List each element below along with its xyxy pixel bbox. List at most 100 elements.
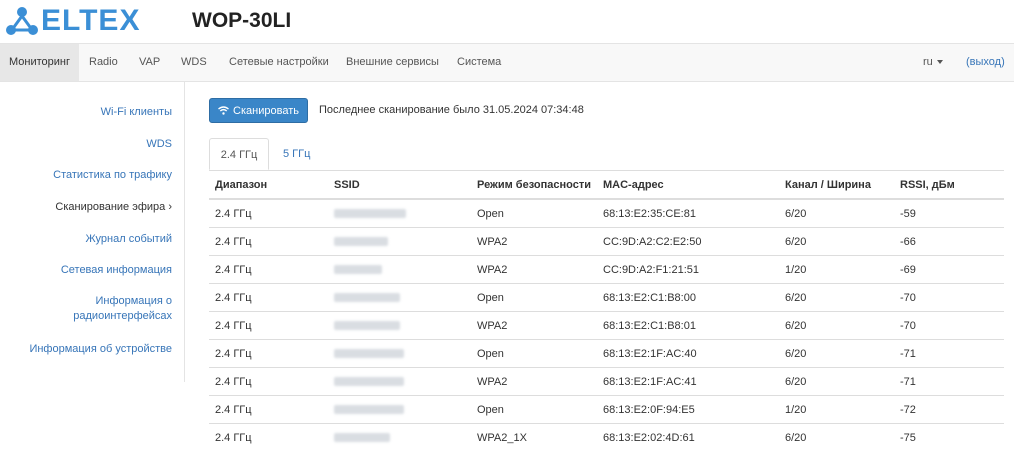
cell-ssid [328, 312, 471, 340]
redacted-ssid [334, 433, 390, 442]
redacted-ssid [334, 237, 388, 246]
cell-rssi: -70 [894, 312, 1004, 340]
tab-2-4-ghz[interactable]: 2.4 ГГц [209, 138, 269, 170]
redacted-ssid [334, 405, 404, 414]
cell-mac: 68:13:E2:35:CE:81 [597, 199, 779, 228]
cell-rssi: -59 [894, 199, 1004, 228]
table-row: 2.4 ГГц Open68:13:E2:C1:B8:006/20-70 [209, 284, 1004, 312]
sidebar-item-label-line2: радиоинтерфейсах [73, 309, 172, 324]
cell-mac: 68:13:E2:1F:AC:40 [597, 340, 779, 368]
cell-band: 2.4 ГГц [209, 199, 328, 228]
sidebar-item-wds[interactable]: WDS [146, 137, 172, 152]
nav-wds[interactable]: WDS [172, 44, 216, 81]
table-header-row: Диапазон SSID Режим безопасности MAC-адр… [209, 171, 1004, 199]
nav-radio[interactable]: Radio [80, 44, 127, 81]
cell-band: 2.4 ГГц [209, 284, 328, 312]
cell-band: 2.4 ГГц [209, 396, 328, 424]
redacted-ssid [334, 321, 400, 330]
eltex-logo[interactable]: ELTEX [5, 5, 140, 37]
cell-channel: 6/20 [779, 340, 894, 368]
cell-rssi: -66 [894, 228, 1004, 256]
logout-link[interactable]: (выход) [966, 44, 1005, 81]
cell-band: 2.4 ГГц [209, 256, 328, 284]
cell-rssi: -70 [894, 284, 1004, 312]
table-row: 2.4 ГГцOpen68:13:E2:0F:94:E51/20-72 [209, 396, 1004, 424]
cell-channel: 1/20 [779, 256, 894, 284]
nav-vap[interactable]: VAP [130, 44, 169, 81]
main-nav: Мониторинг Radio VAP WDS Сетевые настрой… [0, 43, 1014, 82]
chevron-down-icon [937, 60, 943, 64]
sidebar-item-device-info[interactable]: Информация об устройстве [29, 342, 172, 357]
cell-mac: 68:13:E2:C1:B8:01 [597, 312, 779, 340]
nav-network-settings[interactable]: Сетевые настройки [220, 44, 338, 81]
cell-rssi: -72 [894, 396, 1004, 424]
nav-system[interactable]: Система [448, 44, 510, 81]
cell-ssid [328, 284, 471, 312]
sidebar-item-event-log[interactable]: Журнал событий [86, 232, 172, 247]
cell-rssi: -69 [894, 256, 1004, 284]
column-header-mac: MAC-адрес [597, 171, 779, 199]
column-header-security: Режим безопасности [471, 171, 597, 199]
last-scan-status: Последнее сканирование было 31.05.2024 0… [319, 104, 584, 116]
cell-channel: 6/20 [779, 284, 894, 312]
header: ELTEX WOP-30LI [0, 0, 1014, 43]
cell-ssid [328, 340, 471, 368]
cell-ssid [328, 396, 471, 424]
nav-monitoring[interactable]: Мониторинг [0, 44, 79, 81]
nav-external-services[interactable]: Внешние сервисы [337, 44, 448, 81]
sidebar-item-air-scan[interactable]: Сканирование эфира › [55, 200, 172, 215]
cell-security: Open [471, 284, 597, 312]
table-row: 2.4 ГГцWPA268:13:E2:1F:AC:416/20-71 [209, 368, 1004, 396]
cell-mac: 68:13:E2:C1:B8:00 [597, 284, 779, 312]
cell-band: 2.4 ГГц [209, 340, 328, 368]
redacted-ssid [334, 209, 406, 218]
language-label: ru [923, 56, 933, 68]
chevron-right-icon: › [168, 201, 172, 213]
cell-ssid [328, 228, 471, 256]
cell-channel: 6/20 [779, 312, 894, 340]
sidebar: Wi-Fi клиенты WDS Статистика по трафику … [0, 82, 185, 382]
cell-security: Open [471, 396, 597, 424]
language-selector[interactable]: ru [923, 44, 943, 81]
sidebar-item-label-line1: Информация о [73, 294, 172, 309]
band-tabs: 2.4 ГГц 5 ГГц [209, 138, 1004, 171]
cell-security: Open [471, 340, 597, 368]
cell-mac: 68:13:E2:1F:AC:41 [597, 368, 779, 396]
scan-results-table: Диапазон SSID Режим безопасности MAC-адр… [209, 171, 1004, 451]
sidebar-item-radio-info[interactable]: Информация о радиоинтерфейсах [73, 294, 172, 324]
eltex-logo-mark-icon [5, 6, 39, 36]
cell-channel: 1/20 [779, 396, 894, 424]
cell-mac: CC:9D:A2:C2:E2:50 [597, 228, 779, 256]
cell-channel: 6/20 [779, 228, 894, 256]
cell-ssid [328, 199, 471, 228]
sidebar-item-wifi-clients[interactable]: Wi-Fi клиенты [101, 105, 172, 120]
cell-channel: 6/20 [779, 199, 894, 228]
cell-band: 2.4 ГГц [209, 312, 328, 340]
cell-mac: CC:9D:A2:F1:21:51 [597, 256, 779, 284]
cell-ssid [328, 256, 471, 284]
table-row: 2.4 ГГц WPA2CC:9D:A2:F1:21:511/20-69 [209, 256, 1004, 284]
scan-button[interactable]: Сканировать [209, 98, 308, 123]
cell-security: WPA2 [471, 368, 597, 396]
device-model: WOP-30LI [192, 9, 291, 33]
cell-security: WPA2 [471, 256, 597, 284]
scan-button-label: Сканировать [233, 105, 299, 117]
cell-band: 2.4 ГГц [209, 228, 328, 256]
table-row: 2.4 ГГцWPA2CC:9D:A2:C2:E2:506/20-66 [209, 228, 1004, 256]
table-row: 2.4 ГГц Open68:13:E2:1F:AC:406/20-71 [209, 340, 1004, 368]
tab-5-ghz[interactable]: 5 ГГц [271, 138, 322, 170]
logo-text: ELTEX [41, 5, 140, 37]
sidebar-item-traffic-stats[interactable]: Статистика по трафику [53, 168, 172, 183]
column-header-channel: Канал / Ширина [779, 171, 894, 199]
cell-channel: 6/20 [779, 368, 894, 396]
column-header-rssi: RSSI, дБм [894, 171, 1004, 199]
cell-band: 2.4 ГГц [209, 368, 328, 396]
sidebar-item-label: Сканирование эфира [55, 201, 165, 213]
table-row: 2.4 ГГцWPA268:13:E2:C1:B8:016/20-70 [209, 312, 1004, 340]
sidebar-item-network-info[interactable]: Сетевая информация [61, 263, 172, 278]
cell-rssi: -71 [894, 340, 1004, 368]
wifi-icon [218, 106, 229, 115]
table-row: 2.4 ГГцOpen68:13:E2:35:CE:816/20-59 [209, 199, 1004, 228]
redacted-ssid [334, 265, 382, 274]
redacted-ssid [334, 293, 400, 302]
